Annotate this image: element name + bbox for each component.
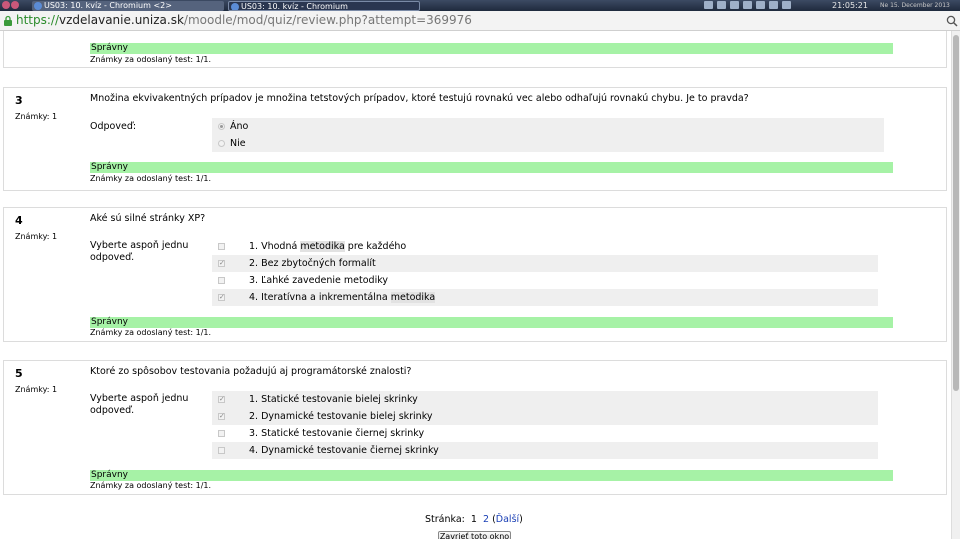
answer-option[interactable]: 3. Statické testovanie čiernej skrinky bbox=[212, 425, 878, 442]
question-number: 4 bbox=[15, 214, 23, 227]
checkbox[interactable] bbox=[218, 255, 225, 272]
taskbar-window-2[interactable]: US03: 10. kvíz - Chromium bbox=[228, 1, 420, 11]
question-marks: Známky: 1 bbox=[15, 232, 58, 241]
checkbox[interactable] bbox=[218, 289, 225, 306]
highlighted-word: metodika bbox=[300, 241, 345, 252]
workspace-icon[interactable] bbox=[717, 1, 726, 9]
current-page: 1 bbox=[470, 514, 477, 525]
answer-option[interactable]: Nie bbox=[212, 135, 884, 152]
search-icon[interactable] bbox=[946, 15, 958, 27]
correct-status-bar: Správny bbox=[90, 317, 893, 328]
pagination-label: Stránka: bbox=[425, 514, 465, 525]
question-feedback: Známky za odoslaný test: 1/1. bbox=[90, 174, 212, 183]
pagination: Stránka: 1 2 (Ďalší) bbox=[425, 514, 523, 525]
question-feedback: Známky za odoslaný test: 1/1. bbox=[90, 55, 212, 64]
radio-button[interactable] bbox=[218, 140, 225, 147]
network-icon[interactable] bbox=[743, 1, 752, 9]
option-label: pre každého bbox=[344, 241, 407, 252]
lock-icon bbox=[4, 15, 12, 26]
correct-status-bar: Správny bbox=[90, 162, 893, 173]
launcher-icons[interactable] bbox=[2, 1, 28, 10]
answer-option[interactable]: 2. Dynamické testovanie bielej skrinky bbox=[212, 408, 878, 425]
battery-icon[interactable] bbox=[756, 1, 765, 9]
scrollbar-thumb[interactable] bbox=[953, 35, 959, 391]
question-2-tail: Správny Známky za odoslaný test: 1/1. bbox=[3, 31, 947, 68]
workspace-icon[interactable] bbox=[704, 1, 713, 9]
bluetooth-icon[interactable] bbox=[782, 1, 791, 9]
answer-options: Áno Nie bbox=[212, 118, 884, 152]
question-text: Aké sú silné stránky XP? bbox=[90, 213, 206, 224]
option-label: Nie bbox=[230, 138, 246, 149]
taskbar-window-title: US03: 10. kvíz - Chromium <2> bbox=[44, 1, 172, 10]
url-path: /moodle/mod/quiz/review.php?attempt=3699… bbox=[183, 13, 472, 27]
taskbar-window-1[interactable]: US03: 10. kvíz - Chromium <2> bbox=[32, 1, 224, 11]
question-number: 3 bbox=[15, 94, 23, 107]
answer-label: Vyberte aspoň jednu odpoveď. bbox=[90, 393, 189, 416]
question-marks: Známky: 1 bbox=[15, 385, 58, 394]
browser-launch-icon[interactable] bbox=[11, 1, 19, 9]
address-bar[interactable]: https://vzdelavanie.uniza.sk/moodle/mod/… bbox=[0, 11, 960, 31]
checkbox[interactable] bbox=[218, 430, 225, 437]
option-label: 3. Ľahké zavedenie metodiky bbox=[249, 275, 389, 286]
chromium-icon bbox=[34, 2, 42, 10]
taskbar-window-title: US03: 10. kvíz - Chromium bbox=[241, 2, 348, 11]
checkbox[interactable] bbox=[218, 391, 225, 408]
next-page-link[interactable]: Ďalší bbox=[496, 514, 519, 525]
question-5: 5 Známky: 1 Ktoré zo spôsobov testovania… bbox=[3, 360, 947, 495]
app-menu-icon[interactable] bbox=[2, 1, 10, 9]
correct-status-bar: Správny bbox=[90, 43, 893, 54]
option-label: 4. Dynamické testovanie čiernej skrinky bbox=[249, 445, 439, 456]
radio-button[interactable] bbox=[218, 123, 225, 130]
option-label: 3. Statické testovanie čiernej skrinky bbox=[249, 428, 425, 439]
question-text: Ktoré zo spôsobov testovania požadujú aj… bbox=[90, 366, 412, 377]
url-scheme: https:// bbox=[16, 13, 60, 27]
url-text[interactable]: https://vzdelavanie.uniza.sk/moodle/mod/… bbox=[16, 13, 472, 28]
date: Ne 15. December 2013 bbox=[880, 2, 950, 9]
answer-option[interactable]: 4. Dynamické testovanie čiernej skrinky bbox=[212, 442, 878, 459]
question-feedback: Známky za odoslaný test: 1/1. bbox=[90, 328, 212, 337]
answer-option[interactable]: Áno bbox=[212, 118, 884, 135]
answer-options: 1. Statické testovanie bielej skrinky 2.… bbox=[212, 391, 878, 459]
volume-icon[interactable] bbox=[769, 1, 778, 9]
os-taskbar: US03: 10. kvíz - Chromium <2> US03: 10. … bbox=[0, 0, 960, 11]
close-window-button[interactable]: Zavrieť toto okno bbox=[438, 531, 511, 539]
answer-options: 1. Vhodná metodika pre každého 2. Bez zb… bbox=[212, 238, 878, 306]
question-4: 4 Známky: 1 Aké sú silné stránky XP? Vyb… bbox=[3, 207, 947, 342]
checkbox[interactable] bbox=[218, 277, 225, 284]
option-label: 1. Vhodná bbox=[249, 241, 301, 252]
question-text: Množina ekvivakentných prípadov je množi… bbox=[90, 93, 749, 104]
clock[interactable]: 21:05:21 bbox=[832, 0, 868, 11]
update-icon[interactable] bbox=[730, 1, 739, 9]
question-marks: Známky: 1 bbox=[15, 112, 58, 121]
page-link-2[interactable]: 2 bbox=[483, 514, 489, 525]
answer-option[interactable]: 2. Bez zbytočných formalít bbox=[212, 255, 878, 272]
option-label: Áno bbox=[230, 121, 249, 132]
highlighted-word: metodika bbox=[390, 292, 436, 303]
answer-option[interactable]: 1. Vhodná metodika pre každého bbox=[212, 238, 878, 255]
correct-status-bar: Správny bbox=[90, 470, 893, 481]
answer-option[interactable]: 3. Ľahké zavedenie metodiky bbox=[212, 272, 878, 289]
option-label: 2. Bez zbytočných formalít bbox=[249, 258, 376, 269]
chromium-icon bbox=[231, 3, 239, 10]
answer-label: Odpoveď: bbox=[90, 121, 137, 132]
url-host: vzdelavanie.uniza.sk bbox=[59, 13, 184, 27]
checkbox[interactable] bbox=[218, 243, 225, 250]
checkbox[interactable] bbox=[218, 447, 225, 454]
question-feedback: Známky za odoslaný test: 1/1. bbox=[90, 481, 212, 490]
answer-option[interactable]: 4. Iteratívna a inkrementálna metodika bbox=[212, 289, 878, 306]
system-tray bbox=[704, 1, 824, 10]
scrollbar[interactable] bbox=[951, 31, 960, 539]
answer-label: Vyberte aspoň jednu odpoveď. bbox=[90, 240, 189, 263]
answer-option[interactable]: 1. Statické testovanie bielej skrinky bbox=[212, 391, 878, 408]
option-label: 4. Iteratívna a inkrementálna bbox=[249, 292, 391, 303]
checkbox[interactable] bbox=[218, 408, 225, 425]
quiz-review-page: Správny Známky za odoslaný test: 1/1. 3 … bbox=[0, 31, 951, 539]
option-label: 2. Dynamické testovanie bielej skrinky bbox=[249, 411, 433, 422]
question-3: 3 Známky: 1 Množina ekvivakentných prípa… bbox=[3, 87, 947, 191]
option-label: 1. Statické testovanie bielej skrinky bbox=[249, 394, 418, 405]
question-number: 5 bbox=[15, 367, 23, 380]
